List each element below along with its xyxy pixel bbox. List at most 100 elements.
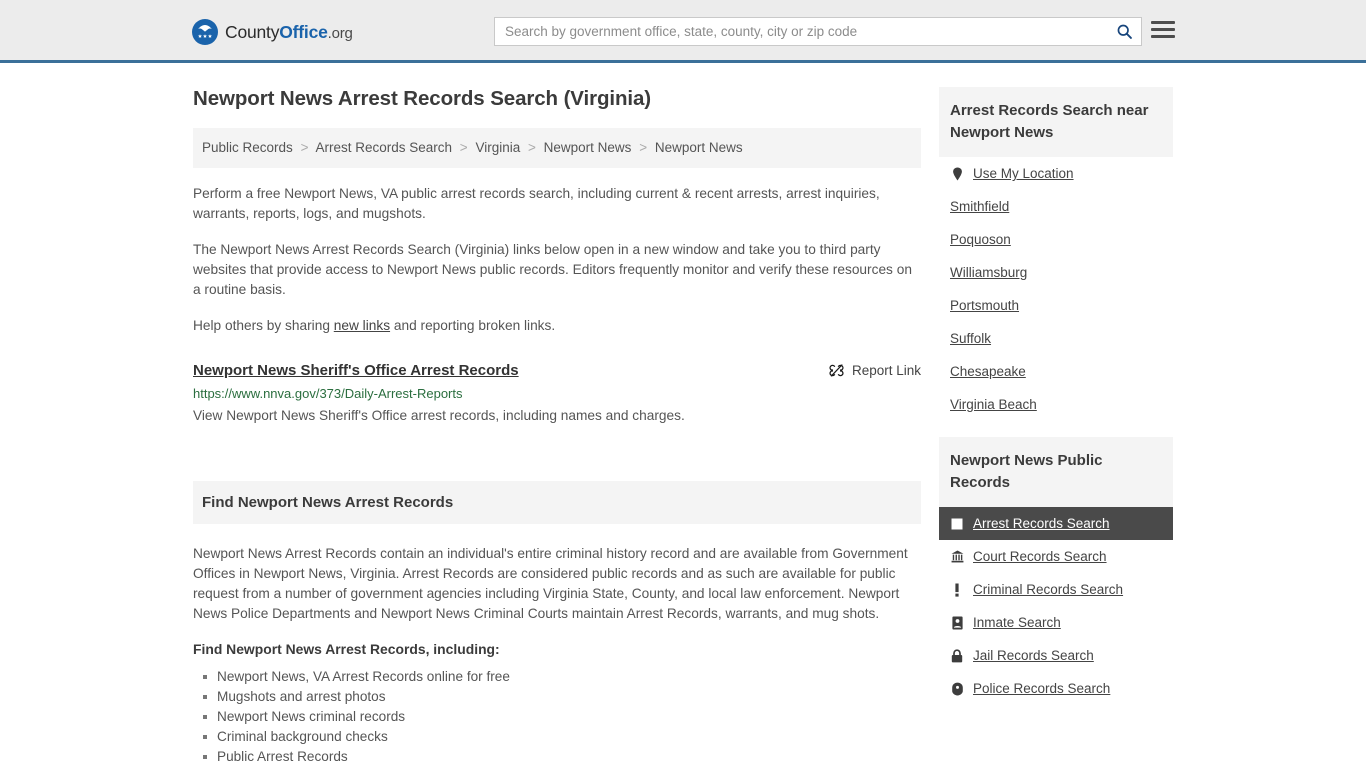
result-url: https://www.nnva.gov/373/Daily-Arrest-Re… [193,386,463,402]
breadcrumb-item-0[interactable]: Public Records [202,140,293,155]
breadcrumb-separator: > [528,140,536,155]
square-glyph [951,518,963,529]
breadcrumb-separator: > [639,140,648,155]
result-item: Newport News Sheriff's Office Arrest Rec… [193,362,921,425]
sidebar-item-label[interactable]: Smithfield [950,199,1009,214]
map-pin-glyph [952,167,962,180]
sidebar-item-label[interactable]: Criminal Records Search [973,582,1123,597]
sidebar-item-label[interactable]: Police Records Search [973,681,1110,696]
lock-glyph [951,648,963,662]
intro-paragraph-1: Perform a free Newport News, VA public a… [193,186,880,222]
list-item: Newport News criminal records [203,707,921,727]
sidebar-item-criminal-records-search[interactable]: Criminal Records Search [939,573,1173,606]
public-records-card: Newport News Public Records Arrest Recor… [939,437,1173,705]
breadcrumb-item-3[interactable]: Newport News [544,140,632,155]
content-container: Newport News Arrest Records Search (Virg… [193,87,1173,767]
exclamation-glyph [955,583,959,597]
lock-icon [950,648,964,663]
sidebar-item-portsmouth[interactable]: Portsmouth [939,289,1173,322]
courthouse-glyph [951,550,963,563]
breadcrumb-item-4[interactable]: Newport News [655,140,743,155]
logo-text-county: County [225,21,280,42]
sidebar-item-label[interactable]: Suffolk [950,331,991,346]
help-text-after: and reporting broken links. [390,318,556,334]
sidebar-item-label[interactable]: Virginia Beach [950,397,1037,412]
list-item: Newport News, VA Arrest Records online f… [203,667,921,687]
page-title: Newport News Arrest Records Search (Virg… [193,87,652,110]
breadcrumb-item-2[interactable]: Virginia [475,140,520,155]
sidebar-item-jail-records-search[interactable]: Jail Records Search [939,639,1173,672]
broken-link-icon [829,364,844,377]
police-badge-icon [950,682,964,696]
search-icon [1117,24,1132,39]
square-icon [950,518,964,530]
id-badge-glyph [951,616,963,629]
intro-paragraph-2: The Newport News Arrest Records Search (… [193,242,912,298]
sidebar-item-label[interactable]: Jail Records Search [973,648,1094,663]
sidebar: Arrest Records Search near Newport News … [939,87,1173,767]
courthouse-icon [950,550,964,563]
help-text-before: Help others by sharing [193,318,334,334]
sidebar-item-arrest-records-search[interactable]: Arrest Records Search [939,507,1173,540]
sidebar-item-label[interactable]: Use My Location [973,166,1074,181]
sidebar-item-label[interactable]: Williamsburg [950,265,1027,280]
site-logo[interactable]: CountyOffice.org [192,19,353,45]
hamburger-menu-icon[interactable] [1151,21,1175,38]
breadcrumb: Public Records > Arrest Records Search >… [193,128,921,169]
report-link-button[interactable]: Report Link [829,362,921,378]
section-subheading: Find Newport News Arrest Records, includ… [193,641,500,658]
help-paragraph: Help others by sharing new links and rep… [193,316,921,336]
public-records-card-heading: Newport News Public Records [939,437,1173,507]
logo-wordmark: CountyOffice.org [225,22,353,43]
sidebar-item-smithfield[interactable]: Smithfield [939,190,1173,223]
result-description: View Newport News Sheriff's Office arres… [193,408,685,424]
search-input[interactable] [495,18,1107,45]
sidebar-item-label[interactable]: Chesapeake [950,364,1026,379]
nearby-card-heading: Arrest Records Search near Newport News [939,87,1173,157]
breadcrumb-separator: > [459,140,468,155]
breadcrumb-separator: > [300,140,309,155]
sidebar-item-label[interactable]: Portsmouth [950,298,1019,313]
hamburger-bar [1151,28,1175,31]
id-badge-icon [950,616,964,630]
sidebar-item-label[interactable]: Poquoson [950,232,1011,247]
sidebar-item-label[interactable]: Court Records Search [973,549,1107,564]
search-bar[interactable] [494,17,1142,46]
nearby-search-card: Arrest Records Search near Newport News … [939,87,1173,421]
new-links-link[interactable]: new links [334,318,390,333]
section-body-text: Newport News Arrest Records contain an i… [193,546,908,622]
eagle-seal-glyph [198,25,212,38]
section-heading: Find Newport News Arrest Records [193,481,921,525]
public-records-list: Arrest Records Search Court Records Sear… [939,507,1173,705]
hamburger-bar [1151,21,1175,24]
section-bullet-list: Newport News, VA Arrest Records online f… [193,667,921,767]
sidebar-item-label[interactable]: Arrest Records Search [973,516,1110,531]
sidebar-item-police-records-search[interactable]: Police Records Search [939,672,1173,705]
main-column: Newport News Arrest Records Search (Virg… [193,87,921,767]
sidebar-item-poquoson[interactable]: Poquoson [939,223,1173,256]
hamburger-bar [1151,35,1175,38]
result-title-link[interactable]: Newport News Sheriff's Office Arrest Rec… [193,362,519,379]
list-item: Public Arrest Records [203,747,921,767]
list-item: Criminal background checks [203,727,921,747]
search-button[interactable] [1107,18,1141,45]
sidebar-item-chesapeake[interactable]: Chesapeake [939,355,1173,388]
exclamation-icon [950,583,964,597]
site-header: CountyOffice.org [0,0,1366,63]
nearby-city-list: Use My Location Smithfield Poquoson Will… [939,157,1173,421]
map-pin-icon [950,167,964,181]
sidebar-item-label[interactable]: Inmate Search [973,615,1061,630]
sidebar-item-suffolk[interactable]: Suffolk [939,322,1173,355]
logo-text-org: .org [327,24,353,42]
sidebar-item-virginia-beach[interactable]: Virginia Beach [939,388,1173,421]
result-header-row: Newport News Sheriff's Office Arrest Rec… [193,362,921,379]
page-body: Newport News Arrest Records Search (Virg… [0,63,1366,767]
police-badge-glyph [951,682,963,695]
sidebar-item-williamsburg[interactable]: Williamsburg [939,256,1173,289]
breadcrumb-item-1[interactable]: Arrest Records Search [315,140,452,155]
sidebar-item-inmate-search[interactable]: Inmate Search [939,606,1173,639]
list-item: Mugshots and arrest photos [203,687,921,707]
eagle-seal-icon [192,19,218,45]
sidebar-item-court-records-search[interactable]: Court Records Search [939,540,1173,573]
sidebar-item-use-my-location[interactable]: Use My Location [939,157,1173,190]
